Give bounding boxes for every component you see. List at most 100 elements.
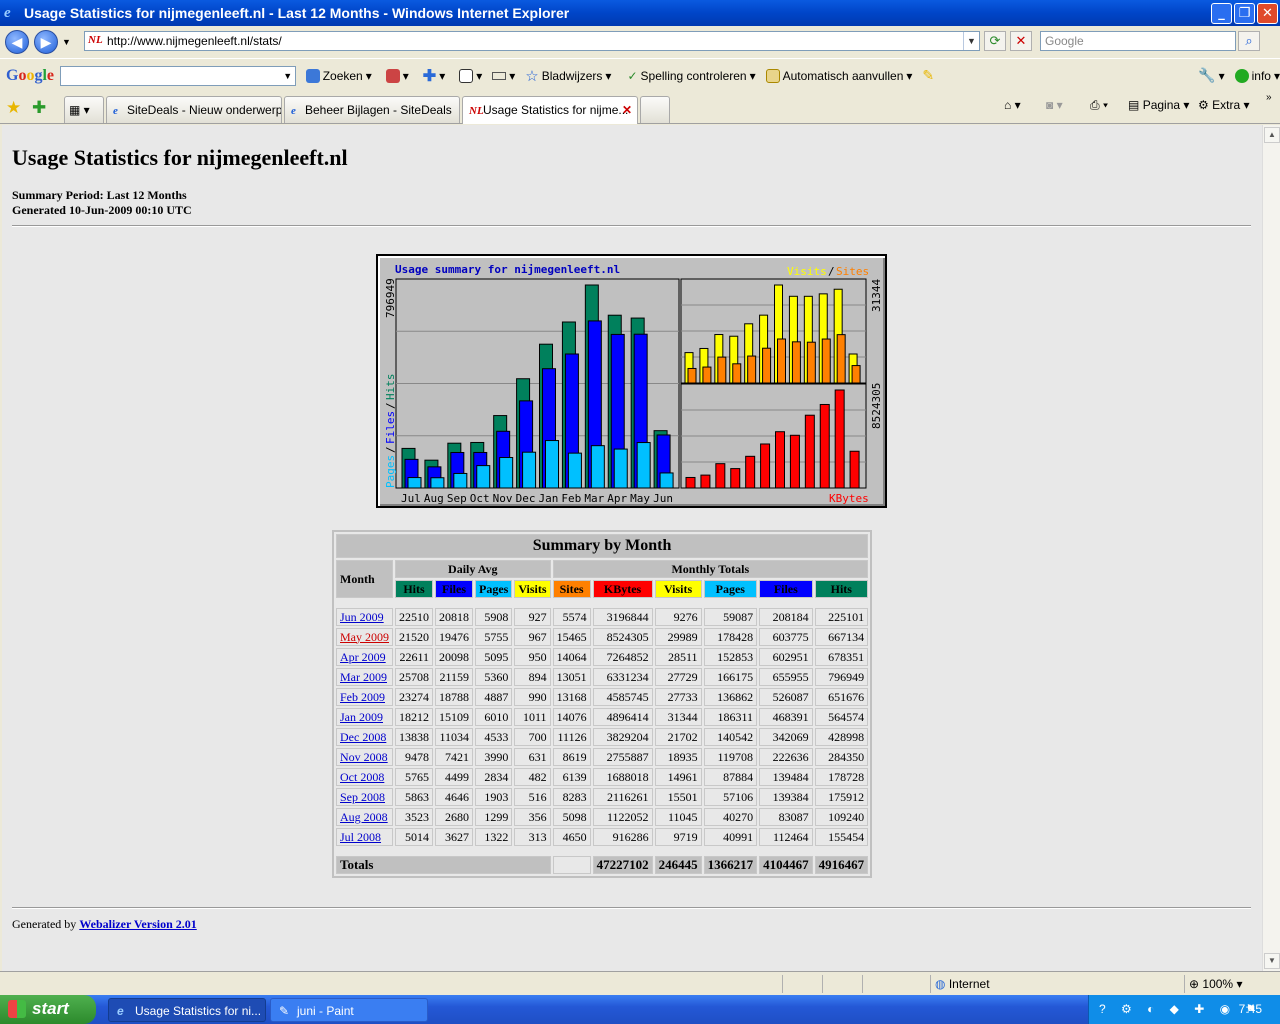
stop-icon[interactable]: ✕: [1010, 31, 1032, 51]
month-link[interactable]: May 2009: [340, 630, 389, 644]
favorites-star-icon[interactable]: ★: [6, 98, 21, 118]
url-field[interactable]: NL http://www.nijmegenleeft.nl/stats/ ▼: [84, 31, 980, 51]
scroll-up-icon[interactable]: ▲: [1264, 127, 1280, 143]
value-cell: 468391: [759, 708, 813, 726]
legend-separator: /: [828, 265, 835, 278]
month-cell[interactable]: Sep 2008: [336, 788, 393, 806]
value-cell: 655955: [759, 668, 813, 686]
highlight-button[interactable]: ✎: [922, 67, 934, 84]
tab-label: Usage Statistics for nijme...: [483, 103, 629, 117]
month-cell[interactable]: Feb 2009: [336, 688, 393, 706]
column-header: Visits: [654, 580, 702, 598]
month-cell[interactable]: Jun 2009: [336, 608, 393, 626]
month-cell[interactable]: Mar 2009: [336, 668, 393, 686]
tab-label: Beheer Bijlagen - SiteDeals: [305, 103, 452, 117]
month-cell[interactable]: Aug 2008: [336, 808, 393, 826]
add-button[interactable]: ✚ ▾: [423, 66, 445, 86]
google-options-button[interactable]: ▾: [385, 68, 409, 83]
site-favicon: NL: [88, 34, 103, 46]
history-dropdown-icon[interactable]: ▼: [62, 37, 71, 47]
tab-sitedeals[interactable]: e SiteDeals - Nieuw onderwerp...: [106, 96, 282, 123]
value-cell: 5755: [475, 628, 513, 646]
extra-menu[interactable]: ⚙ Extra ▾: [1198, 98, 1249, 112]
tab-bar: ★ ✚ ▦ ▾ e SiteDeals - Nieuw onderwerp... …: [0, 92, 1280, 124]
month-link[interactable]: Dec 2008: [340, 730, 386, 744]
month-cell[interactable]: Oct 2008: [336, 768, 393, 786]
scroll-down-icon[interactable]: ▼: [1264, 953, 1280, 969]
month-cell[interactable]: Jul 2008: [336, 828, 393, 846]
task-ie[interactable]: e Usage Statistics for ni...: [108, 998, 266, 1022]
month-cell[interactable]: May 2009: [336, 628, 393, 646]
summary-period: Summary Period: Last 12 Months: [12, 188, 187, 202]
month-cell[interactable]: Nov 2008: [336, 748, 393, 766]
value-cell: 155454: [814, 828, 869, 846]
month-link[interactable]: Oct 2008: [340, 770, 384, 784]
month-link[interactable]: Sep 2008: [340, 790, 385, 804]
month-cell[interactable]: Jan 2009: [336, 708, 393, 726]
visits-axis-max: 31344: [870, 279, 883, 312]
google-search-field[interactable]: ▼: [60, 65, 296, 86]
value-cell: 967: [514, 628, 551, 646]
print-button[interactable]: ⎙ ▾: [1090, 98, 1108, 113]
start-button[interactable]: start: [0, 995, 96, 1024]
search-input[interactable]: Google: [1040, 31, 1236, 51]
tab-beheer[interactable]: e Beheer Bijlagen - SiteDeals: [284, 96, 460, 123]
paint-icon: ✎: [279, 1004, 290, 1018]
status-cell: [822, 975, 862, 993]
feeds-button[interactable]: ◙ ▾: [1046, 98, 1063, 112]
url-dropdown-icon[interactable]: ▼: [963, 32, 979, 50]
month-link[interactable]: Jun 2009: [340, 610, 384, 624]
autofill-button[interactable]: Automatisch aanvullen ▾: [765, 68, 912, 83]
star-outline-icon: ☆: [525, 67, 539, 85]
kbytes-bar: [745, 455, 756, 489]
screen-button[interactable]: ▾: [459, 68, 482, 83]
box-button[interactable]: ▾: [492, 69, 515, 83]
home-button[interactable]: ⌂ ▾: [1004, 98, 1021, 112]
forward-button[interactable]: ▶: [34, 30, 58, 54]
zoom-control[interactable]: ⊕ 100% ▾: [1184, 975, 1264, 993]
month-link[interactable]: Mar 2009: [340, 670, 387, 684]
spellcheck-button[interactable]: ✓ Spelling controleren ▾: [627, 69, 755, 83]
bookmarks-button[interactable]: ☆ Bladwijzers ▾: [525, 67, 611, 85]
back-button[interactable]: ◀: [5, 30, 29, 54]
settings-button[interactable]: 🔧 ▾: [1198, 67, 1224, 84]
highlighter-icon: ✎: [922, 67, 935, 83]
page-heading: Usage Statistics for nijmegenleeft.nl: [12, 145, 348, 170]
google-dropdown-icon[interactable]: ▼: [281, 67, 295, 85]
add-favorite-icon[interactable]: ✚: [32, 98, 46, 118]
value-cell: 8283: [552, 788, 591, 806]
table-row: Sep 2008 5863 4646 1903 516 8283 2116261 15501 5…: [336, 788, 869, 806]
overflow-chevron-icon[interactable]: »: [1266, 92, 1272, 103]
refresh-icon[interactable]: ⟳: [984, 31, 1006, 51]
page-menu[interactable]: ▤ Pagina ▾: [1128, 98, 1189, 112]
month-link[interactable]: Feb 2009: [340, 690, 385, 704]
month-link[interactable]: Jan 2009: [340, 710, 383, 724]
value-cell: 19476: [435, 628, 473, 646]
month-cell[interactable]: Apr 2009: [336, 648, 393, 666]
tab-close-icon[interactable]: ✕: [622, 97, 632, 123]
close-button[interactable]: ✕: [1257, 2, 1278, 24]
info-button[interactable]: info ▾: [1234, 68, 1280, 83]
minimize-button[interactable]: _: [1211, 2, 1232, 24]
totals-hits: 4916467: [814, 856, 869, 874]
search-go-icon[interactable]: ⌕: [1238, 31, 1260, 51]
value-cell: 4533: [475, 728, 513, 746]
new-tab-button[interactable]: [640, 96, 670, 123]
month-link[interactable]: Jul 2008: [340, 830, 381, 844]
value-cell: 1322: [475, 828, 513, 846]
vertical-scrollbar[interactable]: ▲ ▼: [1262, 125, 1280, 971]
month-cell[interactable]: Dec 2008: [336, 728, 393, 746]
google-search-button[interactable]: Zoeken ▾: [305, 68, 372, 83]
task-paint[interactable]: ✎ juni - Paint: [270, 998, 428, 1022]
month-link[interactable]: Apr 2009: [340, 650, 386, 664]
sites-bar: [851, 365, 861, 384]
value-cell: 175912: [814, 788, 869, 806]
month-link[interactable]: Aug 2008: [340, 810, 388, 824]
tab-usage-statistics[interactable]: NLUsage Statistics for nijme... ✕: [462, 96, 638, 124]
quick-tabs-button[interactable]: ▦ ▾: [64, 96, 104, 123]
divider: [12, 225, 1251, 227]
webalizer-link[interactable]: Webalizer Version 2.01: [79, 917, 196, 931]
windows-flag-icon: [8, 1000, 26, 1018]
month-link[interactable]: Nov 2008: [340, 750, 388, 764]
maximize-button[interactable]: ❐: [1234, 2, 1255, 24]
